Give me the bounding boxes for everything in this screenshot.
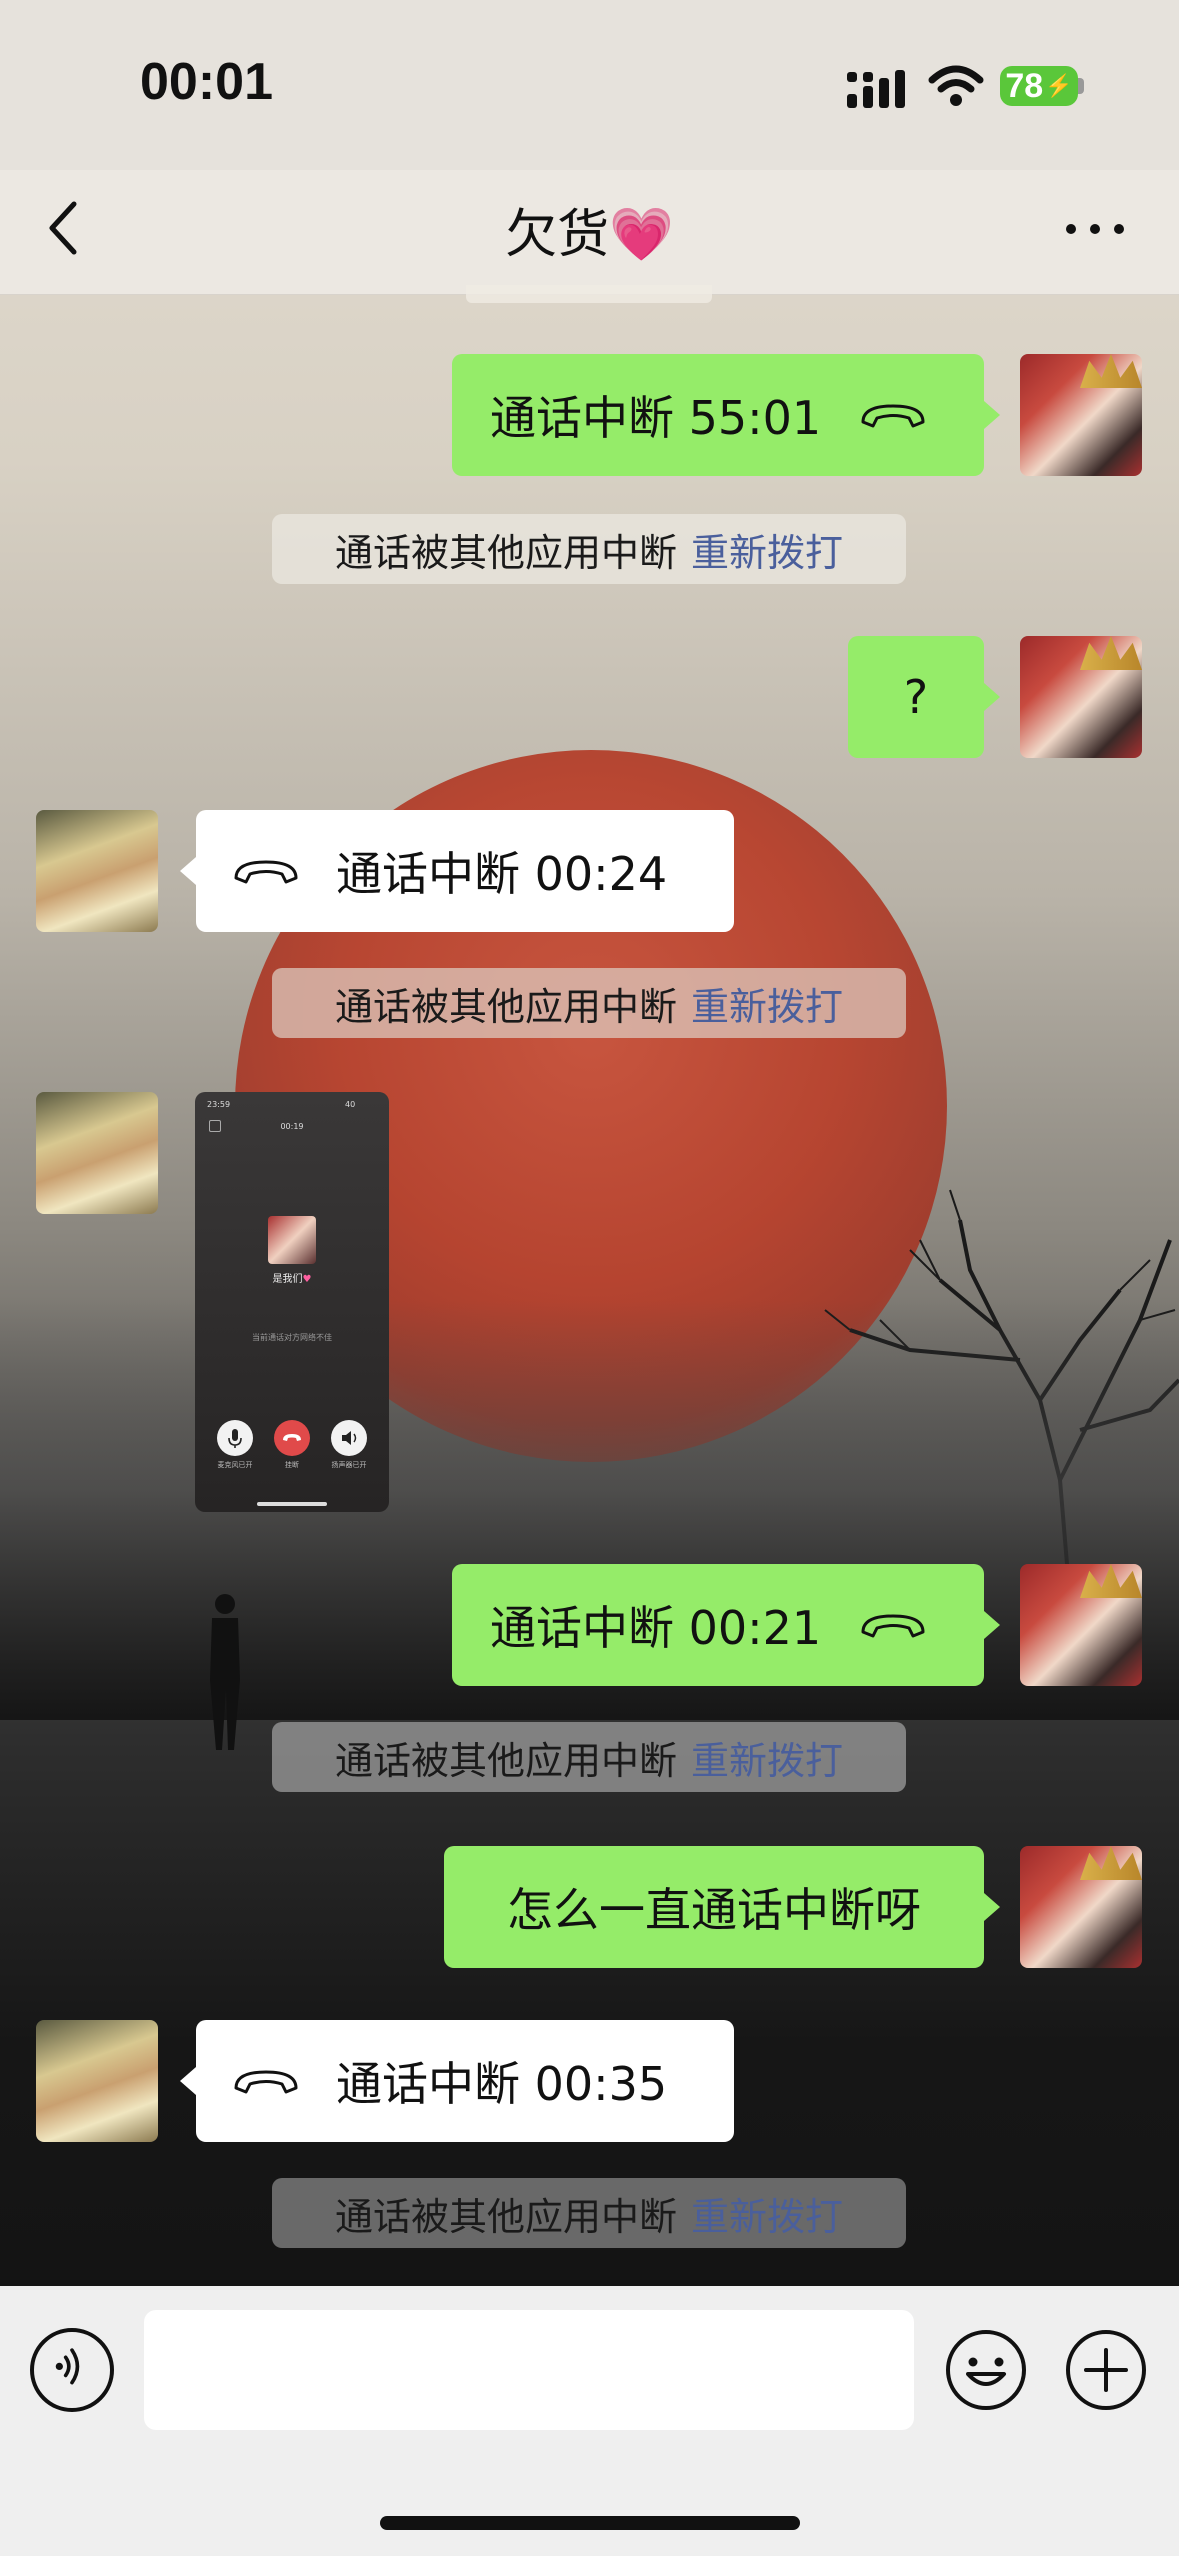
contact-avatar[interactable]	[36, 1092, 158, 1214]
home-indicator[interactable]	[380, 2516, 800, 2530]
notice-text: 通话被其他应用中断	[334, 530, 677, 575]
my-avatar[interactable]	[1020, 1846, 1142, 1968]
screenshot-button-label: 麦克风已开	[217, 1461, 253, 1469]
bubble-tail	[180, 2067, 196, 2095]
heart-icon: ♥	[302, 1274, 312, 1285]
call-interrupted-notice: 通话被其他应用中断 重新拨打	[272, 1722, 906, 1792]
earlier-message-edge	[466, 285, 712, 303]
screenshot-time: 23:59	[207, 1100, 231, 1109]
call-status-text: 通话中断 00:24	[336, 847, 668, 901]
screenshot-home-indicator	[257, 1502, 327, 1506]
message-text: ?	[903, 670, 929, 724]
message-text: 怎么一直通话中断呀	[507, 1883, 921, 1937]
mic-icon	[217, 1420, 253, 1456]
call-interrupted-notice: 通话被其他应用中断 重新拨打	[272, 514, 906, 584]
battery-cap	[1078, 78, 1084, 94]
screenshot-contact-name: 是我们♥	[195, 1270, 389, 1285]
contact-avatar[interactable]	[36, 2020, 158, 2142]
cellular-signal-icon	[847, 70, 905, 108]
voice-input-icon[interactable]	[30, 2328, 114, 2412]
battery-level: 78	[1005, 66, 1044, 105]
chat-title: 欠货💗	[505, 205, 674, 265]
notice-text: 通话被其他应用中断	[334, 2194, 677, 2239]
my-avatar[interactable]	[1020, 636, 1142, 758]
redial-link[interactable]: 重新拨打	[691, 976, 843, 1031]
image-message[interactable]: 23:59 40 00:19 是我们♥ 当前通话对方网络不佳 麦克风已开 挂断 …	[195, 1092, 389, 1512]
contact-avatar[interactable]	[36, 810, 158, 932]
text-message-bubble[interactable]: ?	[848, 636, 984, 758]
bubble-tail	[180, 857, 196, 885]
my-avatar[interactable]	[1020, 354, 1142, 476]
redial-link[interactable]: 重新拨打	[691, 522, 843, 577]
call-message-bubble[interactable]: 通话中断 00:21	[452, 1564, 984, 1686]
call-status-text: 通话中断 55:01	[490, 391, 822, 445]
call-message-bubble[interactable]: 通话中断 00:35	[196, 2020, 734, 2142]
call-message-bubble[interactable]: 通话中断 55:01	[452, 354, 984, 476]
end-call-icon	[274, 1420, 310, 1456]
screenshot-name-text: 是我们	[272, 1274, 303, 1285]
call-status-text: 通话中断 00:35	[336, 2057, 668, 2111]
screenshot-button-label: 扬声器已开	[331, 1461, 367, 1469]
bubble-tail	[984, 683, 1000, 711]
battery-indicator: 78 ⚡	[1000, 66, 1078, 106]
screenshot-avatar	[268, 1216, 316, 1264]
background-figure	[210, 1594, 240, 1750]
screenshot-network-note: 当前通话对方网络不佳	[252, 1333, 332, 1342]
screenshot-battery: 40	[345, 1100, 356, 1109]
emoji-icon[interactable]	[944, 2328, 1028, 2412]
message-input[interactable]	[144, 2310, 914, 2430]
more-options-icon[interactable]	[1060, 208, 1130, 248]
redial-link[interactable]: 重新拨打	[691, 1730, 843, 1785]
call-interrupted-notice: 通话被其他应用中断 重新拨打	[272, 968, 906, 1038]
hang-up-icon	[861, 404, 925, 428]
my-avatar[interactable]	[1020, 1564, 1142, 1686]
redial-link[interactable]: 重新拨打	[691, 2186, 843, 2241]
bubble-tail	[984, 401, 1000, 429]
bubble-tail	[984, 1893, 1000, 1921]
wifi-icon	[928, 65, 984, 106]
bubble-tail	[984, 1611, 1000, 1639]
call-interrupted-notice: 通话被其他应用中断 重新拨打	[272, 2178, 906, 2248]
notice-text: 通话被其他应用中断	[334, 1738, 677, 1783]
charging-bolt-icon: ⚡	[1045, 73, 1073, 98]
screenshot-call-duration: 00:19	[280, 1122, 304, 1131]
call-message-bubble[interactable]: 通话中断 00:24	[196, 810, 734, 932]
speaker-icon	[331, 1420, 367, 1456]
hang-up-icon	[234, 2070, 298, 2094]
hang-up-icon	[861, 1614, 925, 1638]
plus-icon[interactable]	[1064, 2328, 1148, 2412]
notice-text: 通话被其他应用中断	[334, 984, 677, 1029]
call-status-text: 通话中断 00:21	[490, 1601, 822, 1655]
screenshot-button-label: 挂断	[285, 1461, 299, 1469]
text-message-bubble[interactable]: 怎么一直通话中断呀	[444, 1846, 984, 1968]
status-time: 00:01	[140, 53, 273, 111]
hang-up-icon	[234, 860, 298, 884]
